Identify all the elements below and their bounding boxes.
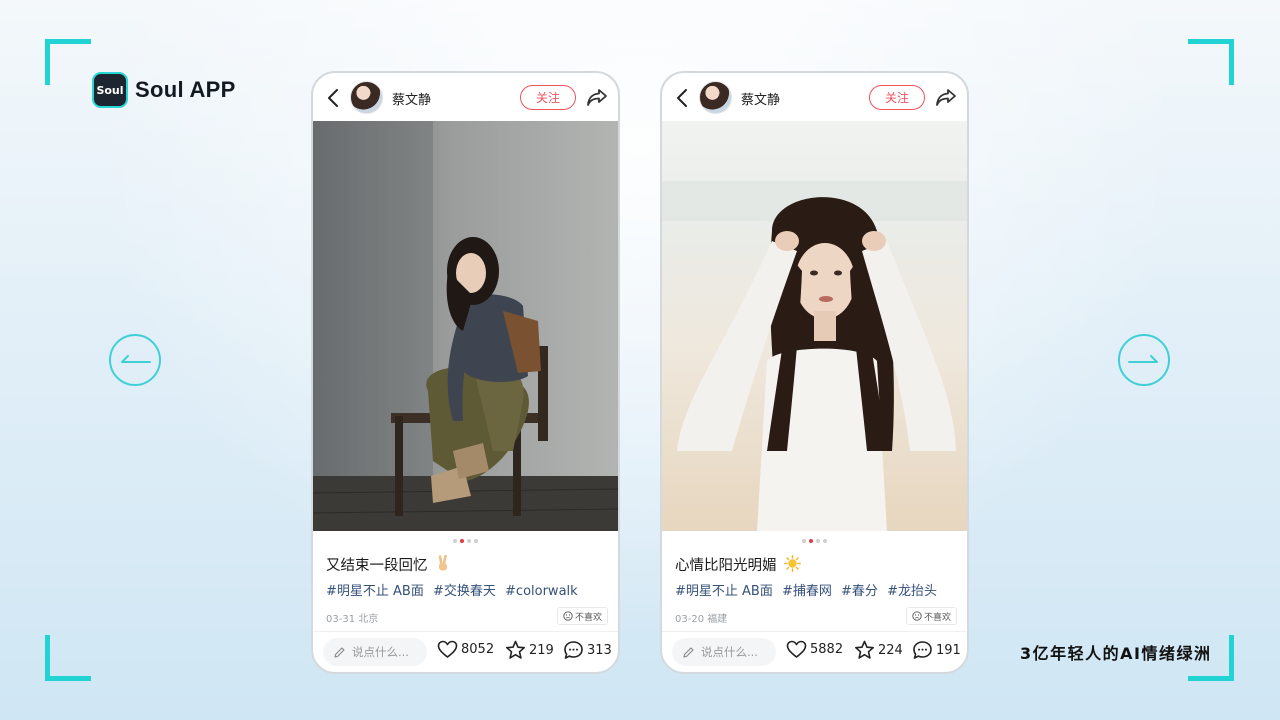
like-button[interactable]: 5882	[786, 640, 843, 659]
dislike-label: 不喜欢	[924, 612, 952, 623]
pagination-dot	[467, 539, 471, 543]
comment-button[interactable]: 313	[563, 640, 612, 660]
post-photo[interactable]	[662, 121, 967, 531]
previous-arrow-button[interactable]	[109, 334, 161, 386]
back-chevron-icon[interactable]	[674, 87, 692, 109]
image-pagination-dots	[313, 539, 618, 543]
post-date-location: 03-31 北京	[326, 614, 379, 625]
comment-count: 313	[587, 642, 612, 658]
pencil-icon	[334, 646, 345, 658]
favorite-button[interactable]: 224	[854, 640, 903, 660]
hashtag-list: #明星不止 AB面 #捕春网 #春分 #龙抬头	[675, 580, 942, 599]
follow-button[interactable]: 关注	[520, 85, 576, 110]
comment-input[interactable]: 说点什么...	[672, 638, 776, 666]
post-header: 蔡文静 关注	[313, 73, 618, 121]
dislike-button[interactable]: 不喜欢	[906, 607, 958, 625]
hashtag[interactable]: #明星不止 AB面	[675, 584, 773, 599]
avatar[interactable]	[699, 81, 732, 114]
divider	[662, 631, 967, 632]
comment-bubble-icon	[913, 641, 932, 659]
star-icon	[855, 640, 874, 659]
comment-count: 191	[936, 642, 961, 658]
sad-face-icon	[563, 611, 573, 621]
hashtag-list: #明星不止 AB面 #交换春天 #colorwalk	[326, 580, 583, 599]
post-card-2: 蔡文静 关注 心情比阳光明媚 #明星不止 AB面 #捕春网 #春分 #龙抬头 0…	[660, 71, 969, 674]
hashtag[interactable]: #交换春天	[433, 584, 496, 599]
post-header: 蔡文静 关注	[662, 73, 967, 121]
star-icon	[506, 640, 525, 659]
hashtag[interactable]: #春分	[841, 584, 878, 599]
pagination-dot	[453, 539, 457, 543]
hashtag[interactable]: #龙抬头	[887, 584, 937, 599]
follow-button[interactable]: 关注	[869, 85, 925, 110]
favorite-button[interactable]: 219	[505, 640, 554, 660]
dislike-button[interactable]: 不喜欢	[557, 607, 609, 625]
caption-text: 心情比阳光明媚	[675, 558, 777, 574]
pencil-icon	[683, 646, 694, 658]
frame-corner-top-left	[45, 39, 91, 85]
like-button[interactable]: 8052	[437, 640, 494, 659]
comment-placeholder: 说点什么...	[701, 645, 758, 659]
like-count: 5882	[810, 642, 844, 657]
username[interactable]: 蔡文静	[392, 89, 431, 108]
brand-logo: Soul Soul APP	[92, 72, 236, 108]
post-action-bar: 说点什么... 5882 224 191	[662, 636, 967, 668]
share-icon[interactable]	[585, 86, 609, 108]
next-arrow-button[interactable]	[1118, 334, 1170, 386]
hashtag[interactable]: #colorwalk	[505, 584, 578, 599]
pagination-dot	[823, 539, 827, 543]
sun-icon	[784, 555, 802, 572]
photo-woman-sitting-on-chair	[313, 121, 618, 531]
frame-corner-top-right	[1188, 39, 1234, 85]
slogan: 3亿年轻人的AI情绪绿洲	[1020, 644, 1212, 663]
divider	[313, 631, 618, 632]
dislike-label: 不喜欢	[575, 612, 603, 623]
hashtag[interactable]: #明星不止 AB面	[326, 584, 424, 599]
brand-name: Soul APP	[135, 77, 236, 102]
post-card-1: 蔡文静 关注 又结束一段回忆 #明星不止 AB面 #交换春天 #colorwal…	[311, 71, 620, 674]
share-icon[interactable]	[934, 86, 958, 108]
favorite-count: 219	[529, 642, 554, 658]
post-date-location: 03-20 福建	[675, 614, 728, 625]
victory-hand-icon	[438, 555, 448, 571]
soul-logo-icon: Soul	[92, 72, 128, 108]
arrow-right-icon	[1128, 355, 1158, 363]
username[interactable]: 蔡文静	[741, 89, 780, 108]
comment-button[interactable]: 191	[912, 640, 961, 660]
post-photo[interactable]	[313, 121, 618, 531]
photo-woman-on-beach	[662, 121, 967, 531]
pagination-dot	[474, 539, 478, 543]
frame-corner-bottom-left	[45, 635, 91, 681]
arrow-left-icon	[121, 355, 151, 363]
post-caption: 又结束一段回忆	[326, 554, 451, 575]
avatar[interactable]	[350, 81, 383, 114]
comment-bubble-icon	[564, 641, 583, 659]
image-pagination-dots	[662, 539, 967, 543]
pagination-dot	[802, 539, 806, 543]
background	[0, 0, 1280, 720]
post-caption: 心情比阳光明媚	[675, 554, 802, 575]
heart-icon	[437, 640, 458, 658]
pagination-dot-active	[809, 539, 813, 543]
pagination-dot	[816, 539, 820, 543]
hashtag[interactable]: #捕春网	[782, 584, 832, 599]
comment-input[interactable]: 说点什么...	[323, 638, 427, 666]
caption-text: 又结束一段回忆	[326, 558, 428, 574]
post-action-bar: 说点什么... 8052 219 313	[313, 636, 618, 668]
heart-icon	[786, 640, 807, 658]
pagination-dot-active	[460, 539, 464, 543]
back-chevron-icon[interactable]	[325, 87, 343, 109]
comment-placeholder: 说点什么...	[352, 645, 409, 659]
sad-face-icon	[912, 611, 922, 621]
favorite-count: 224	[878, 642, 903, 658]
like-count: 8052	[461, 642, 495, 657]
